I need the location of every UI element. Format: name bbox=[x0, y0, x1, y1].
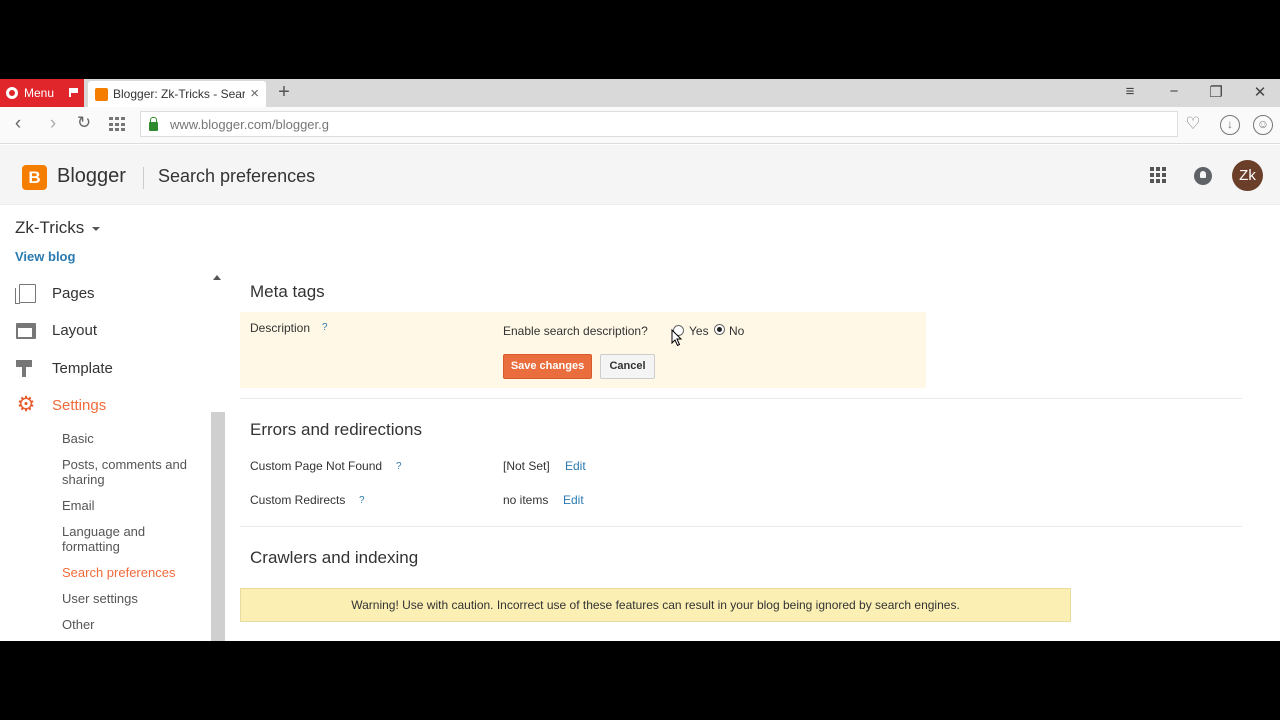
gear-icon: ⚙ bbox=[16, 393, 36, 416]
menu-label: Menu bbox=[24, 86, 55, 100]
tab-title: Blogger: Zk-Tricks - Search bbox=[113, 87, 245, 101]
tab-strip: Menu Blogger: Zk-Tricks - Search × + ≡ −… bbox=[0, 79, 1280, 107]
settings-sub-basic[interactable]: Basic bbox=[62, 431, 202, 446]
sidebar-item-label: Layout bbox=[52, 321, 98, 339]
blogger-logo-icon[interactable]: B bbox=[22, 165, 47, 190]
brand-name[interactable]: Blogger bbox=[57, 165, 126, 188]
caret-down-icon bbox=[92, 226, 101, 231]
yes-label: Yes bbox=[689, 324, 709, 338]
save-changes-button[interactable]: Save changes bbox=[503, 354, 592, 379]
heart-icon[interactable]: ♡ bbox=[1183, 115, 1203, 135]
settings-sub-search-preferences[interactable]: Search preferences bbox=[62, 565, 202, 580]
blogger-favicon-icon bbox=[95, 87, 108, 101]
back-button[interactable]: ‹ bbox=[7, 113, 29, 135]
sidebar-item-template[interactable]: Template bbox=[0, 353, 210, 383]
close-window-button[interactable]: ✕ bbox=[1250, 83, 1270, 101]
sidebar-item-layout[interactable]: Layout bbox=[0, 315, 210, 345]
pages-icon bbox=[15, 283, 36, 304]
scroll-up-arrow-icon[interactable] bbox=[213, 275, 221, 280]
section-title-errors: Errors and redirections bbox=[250, 420, 422, 439]
scrollbar-thumb[interactable] bbox=[211, 412, 225, 641]
settings-sub-email[interactable]: Email bbox=[62, 498, 202, 513]
avatar[interactable]: Zk bbox=[1232, 160, 1263, 191]
blog-name: Zk-Tricks bbox=[15, 218, 85, 237]
forward-button[interactable]: › bbox=[42, 113, 64, 135]
download-icon[interactable]: ↓ bbox=[1220, 115, 1240, 135]
browser-window: Menu Blogger: Zk-Tricks - Search × + ≡ −… bbox=[0, 79, 1280, 641]
enable-search-description-label: Enable search description? bbox=[503, 324, 648, 338]
warning-banner: Warning! Use with caution. Incorrect use… bbox=[240, 588, 1071, 622]
custom-page-not-found-label: Custom Page Not Found bbox=[250, 459, 383, 473]
layout-icon bbox=[16, 323, 36, 339]
page-title: Search preferences bbox=[158, 166, 316, 186]
notifications-icon[interactable] bbox=[1194, 167, 1212, 185]
section-divider bbox=[240, 526, 1242, 527]
lock-icon bbox=[149, 116, 158, 131]
blogger-header: B Blogger Search preferences Zk bbox=[0, 145, 1280, 205]
redirects-value: no items bbox=[503, 493, 549, 507]
help-icon[interactable]: ? bbox=[359, 495, 365, 506]
help-icon[interactable]: ? bbox=[322, 322, 328, 333]
section-title-crawlers: Crawlers and indexing bbox=[250, 548, 419, 567]
header-divider bbox=[143, 167, 144, 189]
blog-selector[interactable]: Zk-Tricks bbox=[15, 218, 101, 238]
edit-redirects-link[interactable]: Edit bbox=[563, 493, 584, 507]
view-blog-link[interactable]: View blog bbox=[15, 249, 75, 264]
section-divider bbox=[240, 398, 1242, 399]
address-bar: ‹ › ↻ www.blogger.com/blogger.g ♡ ↓ ☺ bbox=[0, 107, 1280, 144]
settings-sub-language[interactable]: Language and formatting bbox=[62, 524, 202, 554]
section-title-meta-tags: Meta tags bbox=[250, 282, 325, 301]
reload-button[interactable]: ↻ bbox=[73, 113, 95, 133]
help-icon[interactable]: ? bbox=[396, 461, 402, 472]
settings-sub-other[interactable]: Other bbox=[62, 617, 202, 632]
sidebar-item-pages[interactable]: Pages bbox=[0, 278, 210, 308]
template-icon bbox=[16, 358, 34, 378]
minimize-button[interactable]: − bbox=[1164, 83, 1184, 100]
url-text: www.blogger.com/blogger.g bbox=[170, 116, 329, 132]
speed-dial-icon[interactable] bbox=[109, 117, 126, 132]
opera-menu-button[interactable]: Menu bbox=[0, 79, 84, 107]
account-icon[interactable]: ☺ bbox=[1253, 115, 1273, 135]
url-field[interactable]: www.blogger.com/blogger.g bbox=[140, 111, 1178, 137]
new-tab-button[interactable]: + bbox=[274, 81, 294, 103]
opera-logo-icon bbox=[6, 87, 18, 99]
description-label: Description bbox=[250, 321, 311, 335]
no-radio[interactable] bbox=[714, 324, 725, 335]
restore-button[interactable]: ❐ bbox=[1206, 83, 1226, 101]
custom-redirects-label: Custom Redirects bbox=[250, 493, 346, 507]
not-found-value: [Not Set] bbox=[503, 459, 550, 473]
close-tab-icon[interactable]: × bbox=[250, 85, 259, 102]
settings-sub-user-settings[interactable]: User settings bbox=[62, 591, 202, 606]
sidebar-item-label: Settings bbox=[52, 396, 107, 414]
sidebar-item-label: Pages bbox=[52, 284, 95, 302]
sidebar-item-label: Template bbox=[52, 359, 113, 377]
edit-not-found-link[interactable]: Edit bbox=[565, 459, 586, 473]
settings-sub-posts[interactable]: Posts, comments and sharing bbox=[62, 457, 202, 487]
tab-menu-icon[interactable]: ≡ bbox=[1120, 83, 1140, 100]
no-label: No bbox=[729, 324, 745, 338]
mouse-cursor-icon bbox=[671, 329, 683, 347]
browser-tab[interactable]: Blogger: Zk-Tricks - Search × bbox=[88, 81, 266, 107]
apps-grid-icon[interactable] bbox=[1150, 167, 1166, 183]
sidebar-item-settings[interactable]: ⚙ Settings bbox=[0, 390, 210, 420]
cancel-button[interactable]: Cancel bbox=[600, 354, 655, 379]
flag-icon bbox=[69, 88, 78, 97]
